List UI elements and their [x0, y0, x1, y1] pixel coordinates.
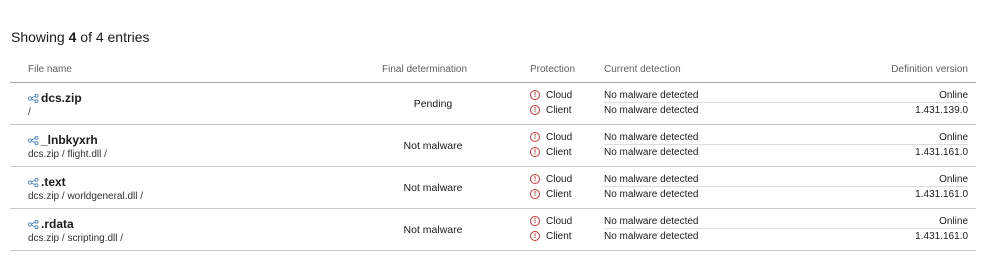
file-name-cell[interactable]: dcs.zip: [28, 91, 82, 105]
current-detection-client: No malware detected: [604, 103, 968, 117]
table-row[interactable]: .rdata dcs.zip / scripting.dll / Not mal…: [10, 209, 976, 251]
protection-cloud: ! Cloud: [530, 172, 572, 186]
file-name-cell[interactable]: .text: [28, 175, 66, 189]
file-name-cell[interactable]: _lnbkyxrh: [28, 133, 98, 147]
file-path: dcs.zip / worldgeneral.dll /: [28, 191, 144, 202]
share-nodes-icon: [28, 135, 39, 145]
current-detection-cloud: No malware detected: [604, 88, 968, 103]
protection-label: Cloud: [546, 131, 573, 143]
summary-prefix: Showing: [11, 29, 69, 45]
column-header-current-detection[interactable]: Current detection: [604, 64, 681, 75]
protection-client: ! Client: [530, 187, 572, 201]
warning-circle-icon: !: [530, 105, 540, 115]
detection-text: No malware detected: [604, 89, 699, 101]
final-determination: Not malware: [403, 140, 463, 152]
definition-version-client: 1.431.161.0: [915, 146, 968, 158]
current-detection-cloud: No malware detected: [604, 214, 968, 229]
warning-circle-icon: !: [530, 231, 540, 241]
definition-version-client: 1.431.161.0: [915, 230, 968, 242]
detection-text: No malware detected: [604, 146, 699, 158]
file-path: dcs.zip / flight.dll /: [28, 149, 107, 160]
current-detection-client: No malware detected: [604, 187, 968, 201]
definition-version-cloud: Online: [939, 215, 968, 227]
warning-circle-icon: !: [530, 90, 540, 100]
protection-label: Client: [546, 104, 572, 116]
protection-client: ! Client: [530, 229, 572, 243]
file-name: .rdata: [41, 217, 74, 231]
entries-table: File name Final determination Protection…: [10, 60, 976, 251]
protection-label: Cloud: [546, 89, 573, 101]
table-row[interactable]: .text dcs.zip / worldgeneral.dll / Not m…: [10, 167, 976, 209]
warning-circle-icon: !: [530, 147, 540, 157]
share-nodes-icon: [28, 219, 39, 229]
protection-label: Client: [546, 188, 572, 200]
detection-text: No malware detected: [604, 188, 699, 200]
protection-client: ! Client: [530, 145, 572, 159]
detection-text: No malware detected: [604, 131, 699, 143]
summary-suffix: of 4 entries: [76, 29, 150, 45]
share-nodes-icon: [28, 93, 39, 103]
file-name-cell[interactable]: .rdata: [28, 217, 74, 231]
current-detection-cloud: No malware detected: [604, 130, 968, 145]
column-header-definition-version[interactable]: Definition version: [891, 64, 968, 75]
file-path: /: [28, 107, 31, 118]
column-header-final-determination[interactable]: Final determination: [382, 64, 467, 75]
protection-label: Client: [546, 230, 572, 242]
detection-text: No malware detected: [604, 215, 699, 227]
table-header: File name Final determination Protection…: [10, 60, 976, 83]
file-name: _lnbkyxrh: [41, 133, 98, 147]
definition-version-client: 1.431.139.0: [915, 104, 968, 116]
final-determination: Pending: [413, 98, 453, 110]
protection-label: Cloud: [546, 173, 573, 185]
file-name: dcs.zip: [41, 91, 82, 105]
current-detection-cloud: No malware detected: [604, 172, 968, 187]
definition-version-client: 1.431.161.0: [915, 188, 968, 200]
final-determination: Not malware: [403, 182, 463, 194]
detection-text: No malware detected: [604, 230, 699, 242]
protection-label: Client: [546, 146, 572, 158]
definition-version-cloud: Online: [939, 173, 968, 185]
table-row[interactable]: dcs.zip / Pending ! Cloud ! Client No malw…: [10, 83, 976, 125]
definition-version-cloud: Online: [939, 131, 968, 143]
table-row[interactable]: _lnbkyxrh dcs.zip / flight.dll / Not mal…: [10, 125, 976, 167]
current-detection-client: No malware detected: [604, 229, 968, 243]
current-detection-client: No malware detected: [604, 145, 968, 159]
protection-client: ! Client: [530, 103, 572, 117]
file-path: dcs.zip / scripting.dll /: [28, 233, 124, 244]
warning-circle-icon: !: [530, 132, 540, 142]
entries-summary: Showing 4 of 4 entries: [11, 29, 150, 45]
warning-circle-icon: !: [530, 216, 540, 226]
protection-cloud: ! Cloud: [530, 130, 572, 144]
protection-label: Cloud: [546, 215, 573, 227]
definition-version-cloud: Online: [939, 89, 968, 101]
final-determination: Not malware: [403, 224, 463, 236]
protection-cloud: ! Cloud: [530, 214, 572, 228]
warning-circle-icon: !: [530, 174, 540, 184]
warning-circle-icon: !: [530, 189, 540, 199]
detection-text: No malware detected: [604, 104, 699, 116]
column-header-protection[interactable]: Protection: [530, 64, 575, 75]
file-name: .text: [41, 175, 66, 189]
protection-cloud: ! Cloud: [530, 88, 572, 102]
column-header-file-name[interactable]: File name: [28, 64, 72, 75]
detection-text: No malware detected: [604, 173, 699, 185]
share-nodes-icon: [28, 177, 39, 187]
